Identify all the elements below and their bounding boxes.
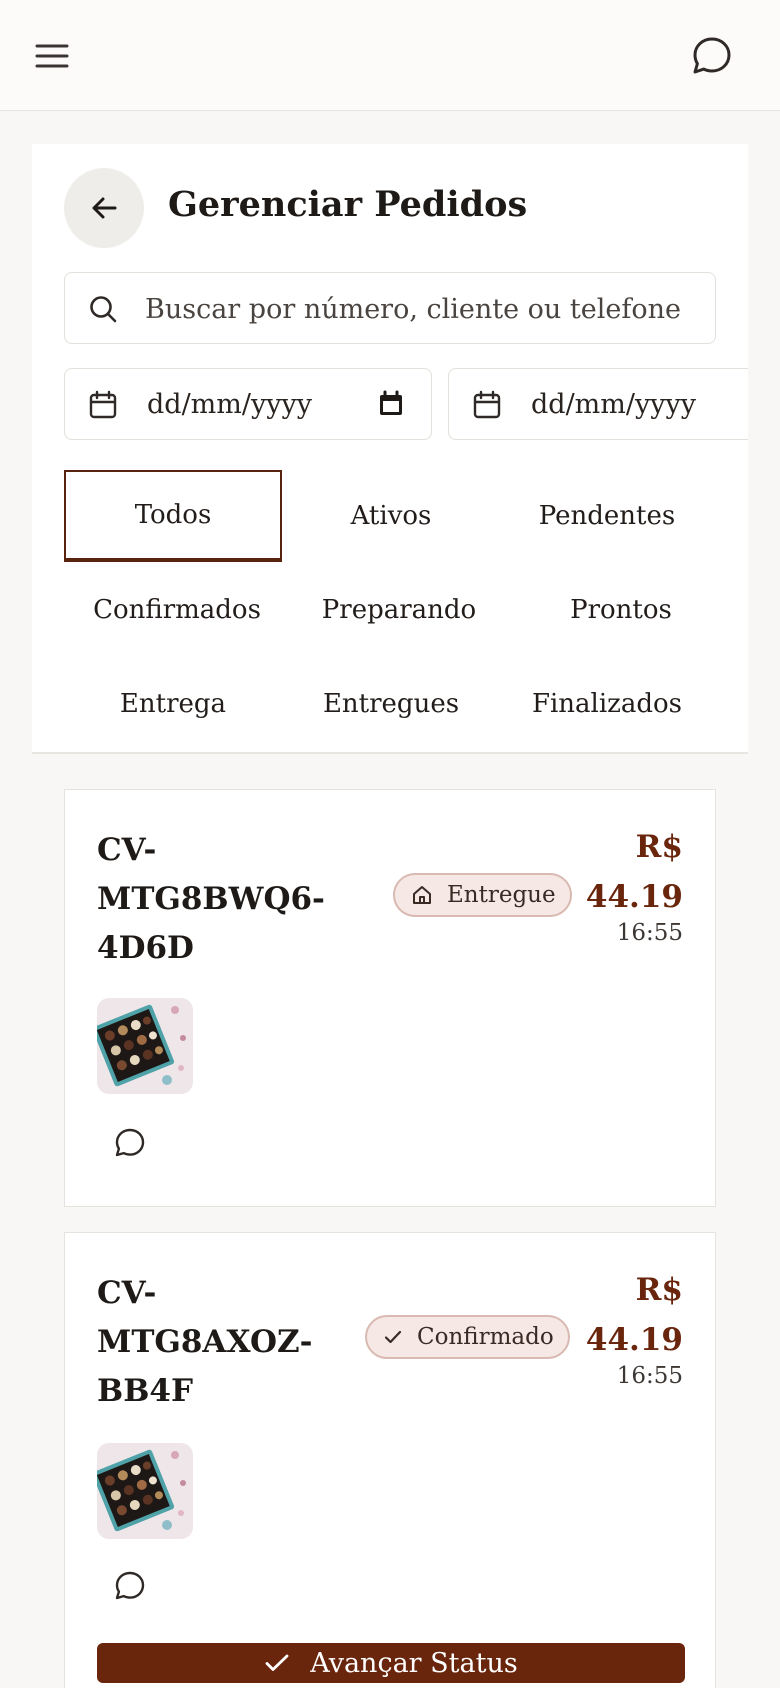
product-thumbnail	[97, 998, 193, 1094]
order-card[interactable]: CV- MTG8AXOZ- BB4F Confirmado R$ 44.19 1…	[64, 1232, 716, 1688]
filter-tab-todos[interactable]: Todos	[64, 470, 282, 562]
orders-filter-panel: Gerenciar Pedidos dd/mm/yyyy dd/mm/yyyy	[32, 144, 748, 754]
end-date-field[interactable]: dd/mm/yyyy	[448, 368, 748, 440]
check-icon	[384, 1330, 402, 1344]
chat-bubble-icon[interactable]	[690, 34, 734, 78]
search-input[interactable]	[145, 283, 705, 335]
status-label: Entregue	[447, 882, 556, 908]
order-total: R$ 44.19	[585, 1272, 683, 1358]
search-box	[64, 272, 716, 344]
order-card[interactable]: CV- MTG8BWQ6- 4D6D Entregue R$ 44.19 16:…	[64, 789, 716, 1207]
check-icon	[265, 1654, 289, 1671]
hamburger-menu-icon[interactable]	[34, 38, 70, 74]
filter-tab-confirmados[interactable]: Confirmados	[64, 564, 290, 656]
filter-tab-preparando[interactable]: Preparando	[286, 564, 512, 656]
product-thumbnail	[97, 1443, 193, 1539]
search-icon	[90, 296, 117, 323]
order-total: R$ 44.19	[585, 829, 683, 915]
status-badge: Confirmado	[365, 1315, 570, 1359]
filter-tab-finalizados[interactable]: Finalizados	[498, 658, 716, 750]
filter-tab-entrega[interactable]: Entrega	[64, 658, 282, 750]
date-picker-icon[interactable]	[377, 390, 405, 418]
calendar-icon	[89, 390, 117, 419]
order-time: 16:55	[616, 1363, 683, 1389]
back-button[interactable]	[64, 168, 144, 248]
start-date-placeholder: dd/mm/yyyy	[147, 389, 312, 420]
status-badge: Entregue	[393, 873, 572, 917]
order-number: CV- MTG8BWQ6- 4D6D	[97, 832, 325, 966]
message-icon[interactable]	[113, 1126, 147, 1160]
filter-tab-pendentes[interactable]: Pendentes	[498, 470, 716, 562]
status-label: Confirmado	[417, 1324, 554, 1350]
page-title: Gerenciar Pedidos	[168, 184, 528, 225]
arrow-left-icon	[92, 197, 117, 219]
filter-tab-prontos[interactable]: Prontos	[508, 564, 734, 656]
chocolate-box-image	[97, 998, 193, 1094]
chocolate-box-image	[97, 1443, 193, 1539]
advance-status-label: Avançar Status	[310, 1647, 518, 1679]
end-date-placeholder: dd/mm/yyyy	[531, 389, 696, 420]
order-time: 16:55	[616, 920, 683, 946]
top-bar	[0, 0, 780, 111]
advance-status-button[interactable]: Avançar Status	[97, 1643, 685, 1683]
home-icon	[413, 886, 431, 904]
order-number: CV- MTG8AXOZ- BB4F	[97, 1275, 313, 1409]
filter-tab-ativos[interactable]: Ativos	[282, 470, 500, 562]
calendar-icon	[473, 390, 501, 419]
start-date-field[interactable]: dd/mm/yyyy	[64, 368, 432, 440]
message-icon[interactable]	[113, 1569, 147, 1603]
filter-tab-entregues[interactable]: Entregues	[282, 658, 500, 750]
